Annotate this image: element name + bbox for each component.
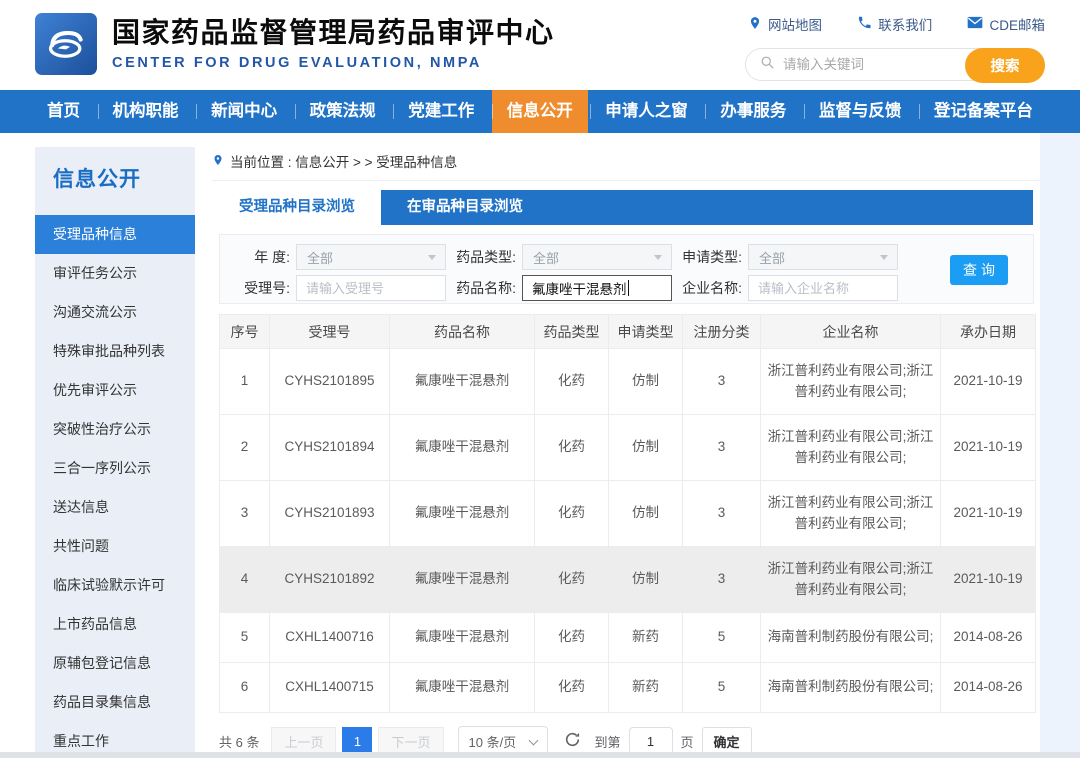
sidebar-item-breakthrough-therapy[interactable]: 突破性治疗公示 — [35, 410, 195, 449]
goto-page-input[interactable] — [628, 727, 673, 755]
main-content: 当前位置 : 信息公开 > > 受理品种信息 受理品种目录浏览 在审品种目录浏览… — [205, 140, 1040, 756]
phone-icon — [857, 15, 872, 33]
sidebar-item-key-work[interactable]: 重点工作 — [35, 722, 195, 752]
sidebar-item-priority-review[interactable]: 优先审评公示 — [35, 371, 195, 410]
drug-name-label: 药品名称: — [456, 280, 516, 296]
nav-item-registration-platform[interactable]: 登记备案平台 — [918, 90, 1048, 133]
tab-under-review-catalog[interactable]: 在审品种目录浏览 — [381, 190, 549, 225]
refresh-button[interactable] — [564, 731, 581, 751]
nav-item-policies[interactable]: 政策法规 — [294, 90, 391, 133]
sidebar-item-special-approval[interactable]: 特殊审批品种列表 — [35, 332, 195, 371]
breadcrumb-divider — [212, 180, 1040, 181]
year-label: 年 度: — [254, 249, 290, 265]
col-seq: 序号 — [219, 314, 270, 349]
nav-item-org-functions[interactable]: 机构职能 — [97, 90, 194, 133]
table-row[interactable]: 2 CYHS2101894 氟康唑干混悬剂 化药 仿制 3 浙江普利药业有限公司;浙江… — [219, 414, 1036, 481]
sidebar: 信息公开 受理品种信息 审评任务公示 沟通交流公示 特殊审批品种列表 优先审评公… — [35, 147, 195, 752]
drug-type-select[interactable]: 全部 — [522, 244, 672, 270]
nav-item-supervision-feedback[interactable]: 监督与反馈 — [803, 90, 917, 133]
chevron-down-icon — [428, 255, 436, 260]
nav-item-info-disclosure[interactable]: 信息公开 — [491, 90, 588, 133]
sidebar-item-common-issues[interactable]: 共性问题 — [35, 527, 195, 566]
col-reg-class: 注册分类 — [682, 314, 761, 349]
nav-item-services[interactable]: 办事服务 — [705, 90, 801, 133]
mail-icon — [967, 16, 983, 32]
col-drug-name: 药品名称 — [389, 314, 535, 349]
apply-type-select[interactable]: 全部 — [748, 244, 898, 270]
site-search: 搜索 — [745, 48, 1045, 83]
header-quick-links: 网站地图 联系我们 CDE邮箱 — [748, 14, 1045, 34]
breadcrumb-pin-icon — [212, 153, 224, 170]
contact-us-link[interactable]: 联系我们 — [857, 14, 932, 34]
breadcrumb: 当前位置 : 信息公开 > > 受理品种信息 — [212, 150, 1040, 172]
next-page-button[interactable]: 下一页 — [378, 727, 444, 755]
table-row-highlighted[interactable]: 4 CYHS2101892 氟康唑干混悬剂 化药 仿制 3 浙江普利药业有限公司;浙江… — [219, 546, 1036, 613]
sidebar-item-excipients-registration[interactable]: 原辅包登记信息 — [35, 644, 195, 683]
table-row[interactable]: 6 CXHL1400715 氟康唑干混悬剂 化药 新药 5 海南普利制药股份有限公司;… — [219, 662, 1036, 713]
sidebar-item-communication[interactable]: 沟通交流公示 — [35, 293, 195, 332]
sidebar-item-marketed-drugs[interactable]: 上市药品信息 — [35, 605, 195, 644]
catalog-tabs: 受理品种目录浏览 在审品种目录浏览 — [213, 190, 1033, 225]
cde-logo — [35, 13, 97, 75]
chevron-down-icon — [528, 735, 538, 746]
main-nav: 首页 机构职能 新闻中心 政策法规 党建工作 信息公开 申请人之窗 办事服务 监… — [0, 90, 1080, 133]
sidebar-item-clinical-trial-license[interactable]: 临床试验默示许可 — [35, 566, 195, 605]
sidebar-item-drug-catalog[interactable]: 药品目录集信息 — [35, 683, 195, 722]
page-right-gutter — [1040, 133, 1080, 752]
chevron-down-icon — [880, 255, 888, 260]
results-table: 序号 受理号 药品名称 药品类型 申请类型 注册分类 企业名称 承办日期 1 CY… — [219, 314, 1036, 713]
company-name-input[interactable] — [748, 275, 898, 301]
filter-panel: 年 度: 全部 药品类型: 全部 申请类型: 全部 受理号: 请输入受理号 药品… — [219, 234, 1034, 304]
col-drug-type: 药品类型 — [534, 314, 609, 349]
site-search-button[interactable]: 搜索 — [965, 48, 1045, 83]
swan-logo-icon — [40, 16, 92, 73]
goto-page-unit: 页 — [680, 734, 694, 750]
site-header: 国家药品监督管理局药品审评中心 CENTER FOR DRUG EVALUATI… — [0, 0, 1080, 90]
col-date: 承办日期 — [940, 314, 1036, 349]
prev-page-button[interactable]: 上一页 — [271, 727, 337, 755]
sidebar-item-three-in-one[interactable]: 三合一序列公示 — [35, 449, 195, 488]
table-row[interactable]: 1 CYHS2101895 氟康唑干混悬剂 化药 仿制 3 浙江普利药业有限公司;浙江… — [219, 348, 1036, 415]
site-subtitle: CENTER FOR DRUG EVALUATION, NMPA — [112, 55, 482, 71]
text-cursor — [627, 280, 629, 296]
tab-accepted-catalog[interactable]: 受理品种目录浏览 — [213, 190, 381, 225]
query-button[interactable]: 查询 — [950, 255, 1008, 285]
apply-type-label: 申请类型: — [682, 249, 742, 265]
search-icon — [760, 55, 775, 75]
chevron-down-icon — [654, 255, 662, 260]
cde-mail-link[interactable]: CDE邮箱 — [967, 14, 1045, 34]
col-apply-type: 申请类型 — [608, 314, 683, 349]
sitemap-link[interactable]: 网站地图 — [748, 14, 822, 34]
year-select[interactable]: 全部 — [296, 244, 446, 270]
acceptance-no-label: 受理号: — [244, 280, 290, 296]
table-row[interactable]: 3 CYHS2101893 氟康唑干混悬剂 化药 仿制 3 浙江普利药业有限公司;浙江… — [219, 480, 1036, 547]
company-name-label: 企业名称: — [682, 280, 742, 296]
refresh-icon — [564, 731, 581, 751]
nav-item-applicant-window[interactable]: 申请人之窗 — [590, 90, 703, 133]
total-count: 共 6 条 — [219, 734, 260, 750]
location-pin-icon — [748, 15, 762, 34]
page-1-button[interactable]: 1 — [342, 727, 373, 755]
acceptance-no-input[interactable] — [296, 275, 446, 301]
site-title: 国家药品监督管理局药品审评中心 — [112, 17, 555, 48]
breadcrumb-text: 当前位置 : 信息公开 > > 受理品种信息 — [230, 155, 458, 170]
sidebar-item-accepted-varieties[interactable]: 受理品种信息 — [35, 215, 195, 254]
sidebar-title: 信息公开 — [53, 168, 141, 191]
nav-item-home[interactable]: 首页 — [32, 90, 95, 133]
table-header-row: 序号 受理号 药品名称 药品类型 申请类型 注册分类 企业名称 承办日期 — [219, 314, 1036, 349]
col-company: 企业名称 — [760, 314, 941, 349]
nav-item-party-building[interactable]: 党建工作 — [393, 90, 489, 133]
drug-type-label: 药品类型: — [456, 249, 516, 265]
col-acceptance-no: 受理号 — [269, 314, 390, 349]
goto-page-label: 到第 — [594, 734, 621, 750]
table-row[interactable]: 5 CXHL1400716 氟康唑干混悬剂 化药 新药 5 海南普利制药股份有限公司;… — [219, 612, 1036, 663]
nav-item-news-center[interactable]: 新闻中心 — [196, 90, 292, 133]
drug-name-input[interactable]: 氟康唑干混悬剂 — [522, 275, 672, 301]
sidebar-item-delivery-info[interactable]: 送达信息 — [35, 488, 195, 527]
site-search-input[interactable] — [783, 57, 963, 72]
goto-confirm-button[interactable]: 确定 — [701, 727, 752, 755]
sidebar-item-review-tasks[interactable]: 审评任务公示 — [35, 254, 195, 293]
footer-top-strip — [0, 752, 1080, 758]
